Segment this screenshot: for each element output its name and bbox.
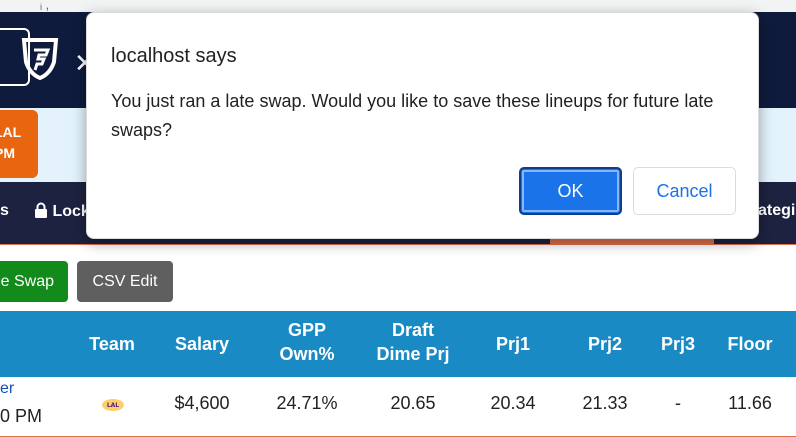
col-gpp-own[interactable]: GPP Own%	[262, 318, 352, 366]
cell-prj3: -	[675, 393, 681, 413]
col-prj3[interactable]: Prj3	[648, 332, 708, 356]
cell-gpp-own: 24.71%	[276, 393, 338, 413]
svg-text:LAL: LAL	[107, 402, 119, 409]
tab-partial[interactable]: s	[0, 202, 9, 220]
col-gpp-label-1: GPP	[287, 320, 326, 340]
csv-edit-label: CSV Edit	[92, 273, 158, 290]
col-prj2[interactable]: Prj2	[574, 332, 636, 356]
late-swap-label: e Swap	[0, 273, 54, 290]
cell-prj1: 20.34	[490, 393, 536, 413]
col-floor-label: Floor	[727, 334, 773, 354]
col-prj1-label: Prj1	[495, 334, 531, 354]
fanduel-shield-icon[interactable]	[20, 36, 60, 80]
confirm-dialog: localhost says You just ran a late swap.…	[86, 12, 759, 239]
cell-draft-dime-prj: 20.65	[390, 393, 436, 413]
col-draft-dime-prj[interactable]: Draft Dime Prj	[366, 318, 460, 366]
game-badge-team: LAL	[0, 124, 22, 140]
tab-label: ategie	[758, 202, 796, 219]
ok-button[interactable]: OK	[519, 167, 622, 215]
dialog-message: You just ran a late swap. Would you like…	[111, 91, 714, 140]
cancel-button[interactable]: Cancel	[633, 167, 736, 215]
late-swap-button[interactable]: e Swap	[0, 261, 68, 302]
cell-salary: $4,600	[174, 393, 230, 413]
game-badge[interactable]: LAL PM	[0, 110, 38, 178]
col-floor[interactable]: Floor	[718, 332, 782, 356]
col-salary[interactable]: Salary	[164, 332, 240, 356]
tab-strategies[interactable]: ategie	[758, 202, 796, 220]
cell-floor: 11.66	[728, 393, 772, 413]
game-time: 0 PM	[0, 406, 43, 426]
divider	[0, 244, 796, 245]
tab-lock[interactable]: Lock	[34, 202, 90, 221]
cell-prj2: 21.33	[582, 393, 628, 413]
col-prj3-label: Prj3	[660, 334, 696, 354]
tab-strip-text: ᵢ ,	[40, 0, 50, 12]
ok-label: OK	[557, 181, 584, 201]
col-draft-label-2: Dime Prj	[376, 344, 450, 364]
col-gpp-label-2: Own%	[279, 344, 335, 364]
col-team[interactable]: Team	[82, 332, 142, 356]
col-prj2-label: Prj2	[587, 334, 623, 354]
col-team-label: Team	[89, 334, 135, 354]
browser-tab-strip: ᵢ ,	[0, 0, 796, 12]
player-name-link[interactable]: er	[0, 380, 14, 398]
lock-icon	[35, 202, 47, 218]
tab-label: s	[0, 202, 9, 219]
lakers-logo-icon: LAL	[102, 399, 124, 411]
col-draft-label-1: Draft	[391, 320, 434, 340]
tab-label: Lock	[52, 203, 90, 220]
cancel-label: Cancel	[656, 181, 713, 201]
col-prj1[interactable]: Prj1	[482, 332, 544, 356]
game-badge-time: PM	[0, 145, 15, 161]
dialog-title: localhost says	[111, 45, 237, 67]
col-salary-label: Salary	[174, 334, 230, 354]
csv-edit-button[interactable]: CSV Edit	[77, 261, 173, 302]
